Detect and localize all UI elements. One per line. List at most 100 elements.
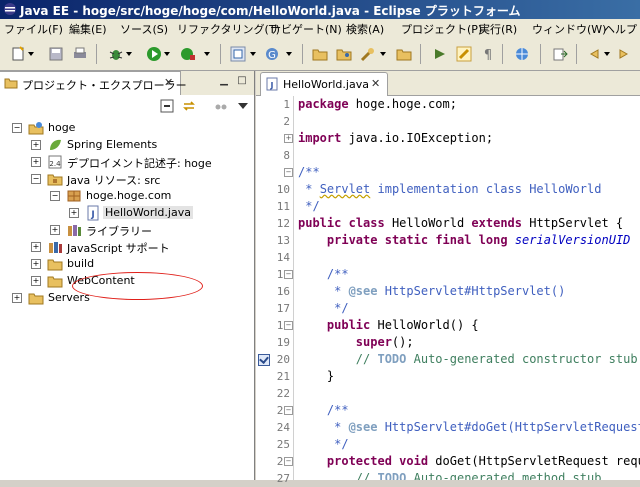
menu-window[interactable]: ウィンドウ(W) [532,21,606,37]
task-marker-icon[interactable] [258,354,270,366]
save-icon[interactable] [48,46,64,62]
forward-icon[interactable] [616,46,632,62]
new-server-icon[interactable] [230,46,246,62]
tree-item-build[interactable]: + build [0,256,254,272]
code-line[interactable]: * @see HttpServlet#HttpServlet() [298,283,565,300]
code-line[interactable]: super(); [298,334,414,351]
code-line[interactable]: package hoge.hoge.com; [298,96,457,113]
tree-item-label: hoge.hoge.com [86,189,172,202]
open-folder-icon[interactable] [336,46,352,62]
open-file-icon[interactable] [396,46,412,62]
maximize-icon[interactable]: □ [236,75,248,87]
tree-expander[interactable]: − [50,191,60,201]
menu-search[interactable]: 検索(A) [346,21,384,37]
tab-project-explorer[interactable]: プロジェクト・エクスプローラー ✕ [0,71,187,96]
new-dropdown-icon[interactable] [28,52,34,56]
open-type-icon[interactable]: G [264,46,280,62]
back-dropdown-icon[interactable] [604,52,610,56]
tree-item-javascript-support[interactable]: + JavaScript サポート [0,239,254,255]
debug-icon[interactable] [108,46,124,62]
code-line[interactable]: * Servlet implementation class HelloWorl… [298,181,601,198]
menu-run[interactable]: 実行(R) [479,21,517,37]
open-type-dropdown-icon[interactable] [286,52,292,56]
code-line[interactable]: } [298,368,334,385]
search-tool-icon[interactable] [360,46,376,62]
minimize-icon[interactable]: ▁ [218,75,230,87]
tree-expander[interactable]: + [50,225,60,235]
tree-expander[interactable]: − [31,174,41,184]
code-line[interactable]: */ [298,436,348,453]
tree-expander[interactable]: + [31,259,41,269]
code-line[interactable]: import java.io.IOException; [298,130,493,147]
code-line[interactable]: public HelloWorld() { [298,317,479,334]
line-number: 14 [276,251,290,264]
external-tools-icon[interactable] [180,46,196,62]
annotation-gutter[interactable] [256,96,270,480]
code-line[interactable]: /** [298,164,320,181]
show-whitespace-icon[interactable]: ¶ [480,46,496,62]
tree-expander[interactable]: + [12,293,22,303]
fold-collapse-icon[interactable]: − [284,270,293,279]
code-line[interactable]: /** [298,402,349,419]
menu-help[interactable]: ヘルプ [604,21,637,37]
code-line[interactable]: /** [298,266,349,283]
tab-helloworld-java[interactable]: J HelloWorld.java ✕ [260,72,388,96]
tree-item-libraries[interactable]: + ライブラリー [0,222,254,238]
tree-item-package[interactable]: − hoge.hoge.com [0,188,254,204]
toolbar-separator [502,44,503,64]
search-tool-dropdown-icon[interactable] [380,52,386,56]
menu-navigate[interactable]: ナビゲート(N) [270,21,342,37]
tree-item-helloworld-java[interactable]: + J HelloWorld.java [0,205,254,221]
menu-source[interactable]: ソース(S) [120,21,168,37]
tree-expander[interactable]: + [69,208,79,218]
code-line[interactable]: */ [298,198,320,215]
tree-item-hoge[interactable]: − hoge [0,120,254,136]
view-menu-icon[interactable] [238,103,248,109]
print-icon[interactable] [72,46,88,62]
open-project-icon[interactable] [312,46,328,62]
tree-item-deployment-descriptor[interactable]: + 2.4 デプロイメント記述子: hoge [0,154,254,170]
code-line[interactable]: */ [298,300,348,317]
next-annotation-icon[interactable] [432,46,448,62]
link-with-editor-icon[interactable] [182,99,196,113]
code-line[interactable]: protected void doGet(HttpServletRequest … [298,453,640,470]
code-text-area[interactable]: package hoge.hoge.com; import java.io.IOE… [298,96,640,480]
tree-expander[interactable]: + [31,276,41,286]
external-tools-dropdown-icon[interactable] [204,52,210,56]
collapse-all-icon[interactable] [160,99,174,113]
code-line[interactable]: * @see HttpServlet#doGet(HttpServletRequ… [298,419,640,436]
new-icon[interactable] [10,46,26,62]
code-line[interactable]: // TODO Auto-generated constructor stub [298,351,638,368]
filters-icon[interactable] [214,99,228,113]
run-icon[interactable] [146,46,162,62]
tree-expander[interactable]: + [31,157,41,167]
close-icon[interactable]: ✕ [164,76,173,89]
tree-item-spring-elements[interactable]: + Spring Elements [0,137,254,153]
close-icon[interactable]: ✕ [371,77,380,90]
last-edit-icon[interactable] [552,46,568,62]
fold-expand-icon[interactable]: + [284,134,293,143]
tree-expander[interactable]: + [31,242,41,252]
menu-edit[interactable]: 編集(E) [69,21,107,37]
menu-project[interactable]: プロジェクト(P) [401,21,482,37]
code-line[interactable]: public class HelloWorld extends HttpServ… [298,215,623,232]
tree-expander[interactable]: + [31,140,41,150]
menu-refactor[interactable]: リファクタリング(T) [177,21,280,37]
fold-collapse-icon[interactable]: − [284,321,293,330]
fold-collapse-icon[interactable]: − [284,457,293,466]
web-browser-icon[interactable] [514,46,530,62]
code-line[interactable]: // TODO Auto-generated method stub [298,470,602,480]
window-title-bar[interactable]: Java EE - hoge/src/hoge/hoge/com/HelloWo… [0,0,640,19]
menu-file[interactable]: ファイル(F) [4,21,63,37]
code-token: */ [298,199,320,213]
run-dropdown-icon[interactable] [164,52,170,56]
new-server-dropdown-icon[interactable] [250,52,256,56]
back-icon[interactable] [586,46,602,62]
toggle-mark-occurrences-icon[interactable] [456,46,472,62]
code-line[interactable]: private static final long serialVersionU… [298,232,631,249]
fold-collapse-icon[interactable]: − [284,406,293,415]
tree-expander[interactable]: − [12,123,22,133]
tree-item-java-resources[interactable]: − Java リソース: src [0,171,254,187]
fold-collapse-icon[interactable]: − [284,168,293,177]
debug-dropdown-icon[interactable] [126,52,132,56]
